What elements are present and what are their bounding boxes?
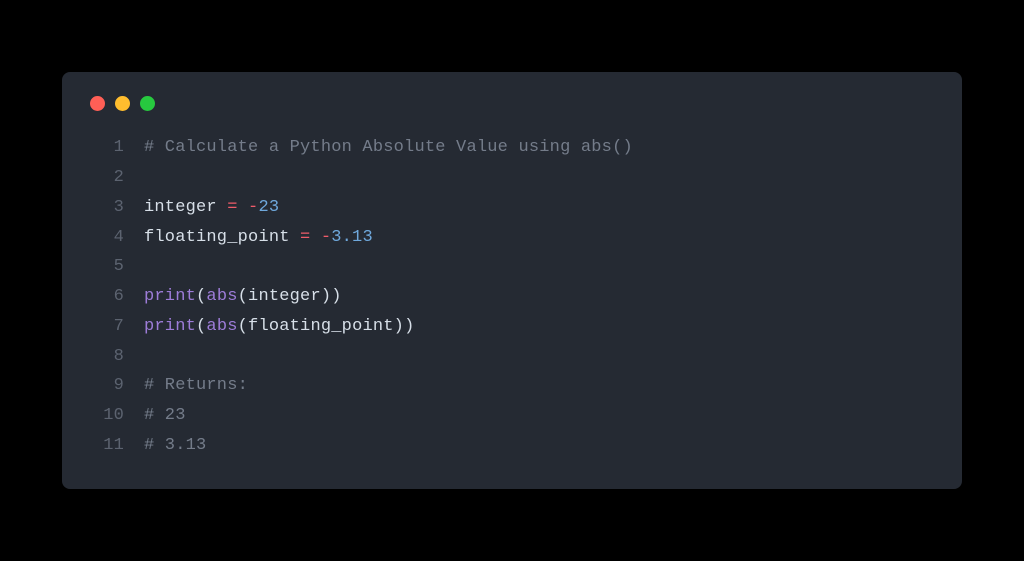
line-number: 7 [90,312,124,342]
code-token: ( [238,287,248,306]
code-token: - [248,198,258,217]
line-number: 2 [90,163,124,193]
code-token: print [144,287,196,306]
code-token [238,198,248,217]
line-number: 1 [90,133,124,163]
code-token: = [300,228,310,247]
code-token: 23 [258,198,279,217]
code-token: abs [206,287,237,306]
line-content: print(abs(integer)) [144,282,342,312]
maximize-icon[interactable] [140,96,155,111]
line-number: 4 [90,223,124,253]
line-content: # Calculate a Python Absolute Value usin… [144,133,633,163]
line-number: 6 [90,282,124,312]
code-line: 10 # 23 [90,401,934,431]
minimize-icon[interactable] [115,96,130,111]
code-token: = [227,198,237,217]
code-area: 1 # Calculate a Python Absolute Value usi… [90,133,934,460]
line-number: 10 [90,401,124,431]
code-token: abs [206,317,237,336]
code-line: 5 [90,252,934,282]
line-number: 5 [90,252,124,282]
line-content: # Returns: [144,371,248,401]
line-content: print(abs(floating_point)) [144,312,414,342]
code-token: integer [248,287,321,306]
line-content: integer = -23 [144,193,279,223]
close-icon[interactable] [90,96,105,111]
code-token: # Returns: [144,376,248,395]
line-content: # 3.13 [144,431,206,461]
code-token: print [144,317,196,336]
code-line: 2 [90,163,934,193]
code-token [310,228,320,247]
code-token: ( [196,317,206,336]
code-token: integer [144,198,227,217]
code-line: 3 integer = -23 [90,193,934,223]
code-line: 9 # Returns: [90,371,934,401]
code-line: 4 floating_point = -3.13 [90,223,934,253]
code-token: )) [321,287,342,306]
line-number: 3 [90,193,124,223]
code-token: # Calculate a Python Absolute Value usin… [144,138,633,157]
line-number: 8 [90,342,124,372]
code-line: 8 [90,342,934,372]
code-line: 7print(abs(floating_point)) [90,312,934,342]
traffic-lights [90,96,934,111]
code-token: )) [394,317,415,336]
code-token: floating_point [144,228,300,247]
code-token: ( [238,317,248,336]
code-token: # 3.13 [144,436,206,455]
code-line: 1 # Calculate a Python Absolute Value usi… [90,133,934,163]
code-token: 3.13 [331,228,373,247]
code-line: 11 # 3.13 [90,431,934,461]
line-content: floating_point = -3.13 [144,223,373,253]
code-token: floating_point [248,317,394,336]
code-token: ( [196,287,206,306]
code-window: 1 # Calculate a Python Absolute Value usi… [62,72,962,488]
code-token: - [321,228,331,247]
line-content: # 23 [144,401,186,431]
line-number: 11 [90,431,124,461]
line-number: 9 [90,371,124,401]
code-line: 6print(abs(integer)) [90,282,934,312]
code-token: # 23 [144,406,186,425]
